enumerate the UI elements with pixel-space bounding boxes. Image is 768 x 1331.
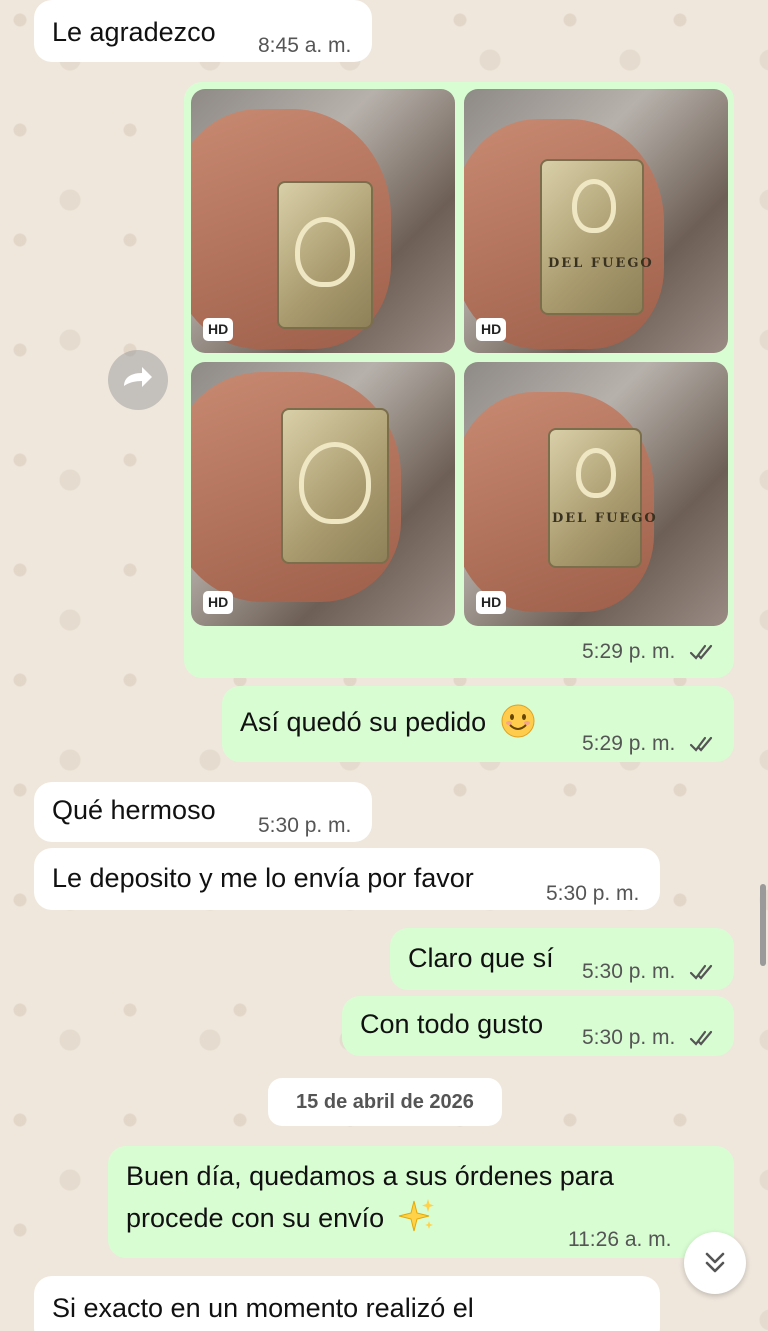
flame-emblem xyxy=(299,442,371,524)
brand-text: DEL FUEGO xyxy=(552,511,658,526)
message-outgoing[interactable]: Así quedó su pedido 5:29 p. m. xyxy=(222,686,734,762)
photo-thumbnail[interactable]: HD xyxy=(191,362,455,626)
scroll-to-bottom-button[interactable] xyxy=(684,1232,746,1294)
flame-emblem xyxy=(576,448,616,498)
message-text-line: Buen día, quedamos a sus órdenes para xyxy=(126,1161,614,1191)
message-incoming[interactable]: Qué hermoso 5:30 p. m. xyxy=(34,782,372,842)
hd-badge: HD xyxy=(476,318,507,341)
photo-thumbnail[interactable]: DEL FUEGO HD xyxy=(464,89,728,353)
message-time: 5:30 p. m. xyxy=(582,1024,717,1052)
message-time: 5:30 p. m. xyxy=(582,958,717,986)
double-check-icon xyxy=(690,645,713,661)
sparkles-icon xyxy=(398,1198,434,1231)
hd-badge: HD xyxy=(203,591,234,614)
photo-thumbnail[interactable]: HD xyxy=(191,89,455,353)
message-time: 5:30 p. m. xyxy=(258,814,352,837)
forward-icon xyxy=(124,367,152,387)
scrollbar-thumb[interactable] xyxy=(760,884,766,966)
flame-emblem xyxy=(295,217,355,287)
message-time: 11:26 a. m. xyxy=(568,1228,672,1251)
message-outgoing[interactable]: Claro que sí 5:30 p. m. xyxy=(390,928,734,990)
message-text-content: Así quedó su pedido xyxy=(240,707,487,737)
message-time: 5:29 p. m. xyxy=(582,638,717,666)
date-separator: 15 de abril de 2026 xyxy=(268,1078,502,1126)
message-text-line: procede con su envío xyxy=(126,1198,436,1236)
message-incoming[interactable]: Si exacto en un momento realizó el xyxy=(34,1276,660,1331)
time-text: 5:30 p. m. xyxy=(582,960,676,983)
time-text: 5:29 p. m. xyxy=(582,732,676,755)
flame-emblem xyxy=(572,179,616,233)
message-text: Le deposito y me lo envía por favor xyxy=(52,863,474,893)
photo-thumbnail[interactable]: DEL FUEGO HD xyxy=(464,362,728,626)
hd-badge: HD xyxy=(476,591,507,614)
message-time: 5:29 p. m. xyxy=(582,730,717,758)
message-text: Así quedó su pedido xyxy=(240,704,536,740)
message-incoming[interactable]: Le deposito y me lo envía por favor 5:30… xyxy=(34,848,660,910)
message-text: Le agradezco xyxy=(52,17,216,47)
time-text: 5:29 p. m. xyxy=(582,640,676,663)
media-gallery-message[interactable]: HD DEL FUEGO HD HD DEL FUEGO HD 5:29 p. … xyxy=(184,82,734,678)
message-text: Si exacto en un momento realizó el xyxy=(52,1293,474,1323)
double-check-icon xyxy=(690,1031,713,1047)
message-outgoing[interactable]: Buen día, quedamos a sus órdenes para pr… xyxy=(108,1146,734,1258)
message-text: Con todo gusto xyxy=(360,1009,544,1039)
double-check-icon xyxy=(690,737,713,753)
time-text: 5:30 p. m. xyxy=(582,1026,676,1049)
message-text: Qué hermoso xyxy=(52,795,216,825)
double-check-icon xyxy=(690,965,713,981)
message-time: 8:45 a. m. xyxy=(258,34,352,57)
message-incoming[interactable]: Le agradezco 8:45 a. m. xyxy=(34,0,372,62)
smiling-face-icon xyxy=(501,704,535,738)
hd-badge: HD xyxy=(203,318,234,341)
message-time: 5:30 p. m. xyxy=(546,882,640,905)
message-text-content: procede con su envío xyxy=(126,1203,385,1233)
message-text: Claro que sí xyxy=(408,943,554,973)
brand-text: DEL FUEGO xyxy=(548,256,654,271)
message-outgoing[interactable]: Con todo gusto 5:30 p. m. xyxy=(342,996,734,1056)
chevron-down-double-icon xyxy=(705,1252,725,1273)
forward-button[interactable] xyxy=(108,350,168,410)
